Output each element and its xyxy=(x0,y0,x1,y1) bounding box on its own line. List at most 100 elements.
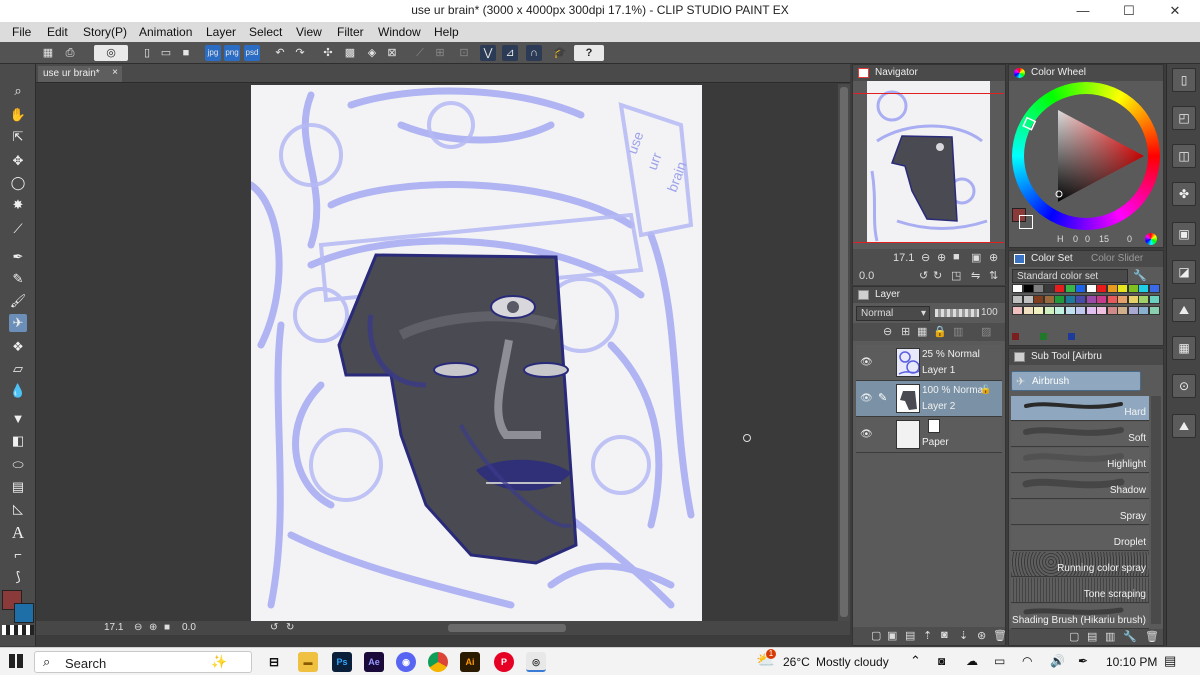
dock-history-icon[interactable]: ▣ xyxy=(1172,222,1196,246)
layer-row[interactable]: 👁 Paper xyxy=(856,417,1002,453)
delete-sub-tool-icon[interactable]: 🗑 xyxy=(1145,630,1159,643)
navigator-flip-h-icon[interactable]: ⇋ xyxy=(971,269,980,282)
transform-icon[interactable]: ✣ xyxy=(320,45,336,61)
save-icon[interactable]: ■ xyxy=(178,45,194,61)
scroll-thumb[interactable] xyxy=(840,87,848,617)
menu-edit[interactable]: Edit xyxy=(47,25,68,39)
navigator-reset-rotate-icon[interactable]: ◳ xyxy=(951,269,961,282)
color-set-settings-icon[interactable]: 🔧 xyxy=(1133,269,1147,282)
dock-brush-size-icon[interactable]: ◰ xyxy=(1172,106,1196,130)
dock-layer-search-icon[interactable]: ◪ xyxy=(1172,260,1196,284)
menu-window[interactable]: Window xyxy=(378,25,421,39)
clip-studio-icon[interactable]: ◎ xyxy=(526,652,546,672)
photoshop-icon[interactable]: Ps xyxy=(332,652,352,672)
add-sub-tool-icon[interactable]: ▤ xyxy=(1087,630,1097,643)
color-swatch[interactable] xyxy=(1117,306,1128,315)
color-swatch[interactable] xyxy=(1022,295,1034,304)
color-swatch[interactable] xyxy=(1106,306,1118,315)
zoom-in-icon[interactable]: ⊖ xyxy=(134,622,142,633)
brush-item[interactable]: Spray xyxy=(1011,500,1149,525)
blend-icon[interactable]: 💧 xyxy=(9,382,27,400)
color-swatch[interactable] xyxy=(1043,284,1055,293)
layer-color-icon[interactable]: ▥ xyxy=(953,325,963,338)
volume-icon[interactable]: 🔊 xyxy=(1050,654,1065,668)
after-effects-icon[interactable]: Ae xyxy=(364,652,384,672)
move-up-icon[interactable]: ⇡ xyxy=(923,629,932,642)
wifi-icon[interactable]: ◠ xyxy=(1022,654,1032,668)
dock-material-icon[interactable]: ✤ xyxy=(1172,182,1196,206)
figure-icon[interactable]: ⬭ xyxy=(9,456,27,474)
visibility-eye-icon[interactable]: 👁 xyxy=(860,393,873,404)
chevron-up-icon[interactable]: ⌃ xyxy=(910,653,921,669)
color-swatch[interactable] xyxy=(1075,284,1086,293)
navigator-zoom-value[interactable]: 17.1 xyxy=(893,252,914,264)
rotate-left-icon[interactable]: ↺ xyxy=(270,622,278,633)
export-jpg-icon[interactable]: jpg xyxy=(205,45,221,61)
balloon-icon[interactable]: ⌐ xyxy=(9,546,27,564)
layer-mask-icon[interactable]: ▨ xyxy=(981,325,991,338)
color-set-title[interactable]: Color Set xyxy=(1031,253,1073,264)
undo-icon[interactable]: ↶ xyxy=(272,45,288,61)
dock-layer-property-icon[interactable]: ◫ xyxy=(1172,144,1196,168)
transparent-color-swatch[interactable] xyxy=(2,625,34,635)
color-swatch[interactable] xyxy=(1012,284,1023,293)
color-swatch[interactable] xyxy=(1033,306,1044,315)
snap-special-ruler-icon[interactable]: ⋁ xyxy=(480,45,496,61)
airbrush-icon[interactable]: ✈ xyxy=(9,314,27,332)
operation-icon[interactable]: ⇱ xyxy=(9,128,27,146)
clock-text[interactable]: 10:10 PM xyxy=(1106,655,1157,669)
maximize-button[interactable]: ☐ xyxy=(1106,0,1152,22)
menu-help[interactable]: Help xyxy=(434,25,459,39)
navigator-rotate-right-icon[interactable]: ↻ xyxy=(933,269,942,282)
color-swatch[interactable] xyxy=(1033,295,1044,304)
color-swatch[interactable] xyxy=(1127,306,1139,315)
zoom-out-icon[interactable]: ⊕ xyxy=(149,622,157,633)
layer-row[interactable]: 👁 ✎ 100 % Normal 🔒 Layer 2 xyxy=(856,381,1002,417)
export-png-icon[interactable]: png xyxy=(224,45,240,61)
color-swatch[interactable] xyxy=(1127,295,1139,304)
pinterest-icon[interactable]: P xyxy=(494,652,514,672)
color-swatch[interactable] xyxy=(1096,295,1107,304)
dock-animation-icon[interactable]: ⊙ xyxy=(1172,374,1196,398)
canvas-zoom-value[interactable]: 17.1 xyxy=(104,622,123,633)
h-value[interactable]: 0 xyxy=(1073,234,1078,244)
clear-icon[interactable]: ◈ xyxy=(364,45,380,61)
taskbar-search-box[interactable]: ⌕ Search ✨ xyxy=(34,651,252,673)
ruler-icon[interactable]: ◺ xyxy=(9,500,27,518)
brush-item[interactable]: Hard xyxy=(1011,396,1149,421)
menu-file[interactable]: File xyxy=(12,25,31,39)
brush-icon[interactable]: 🖌 xyxy=(9,292,27,310)
onedrive-icon[interactable]: ☁ xyxy=(966,654,978,668)
frame-icon[interactable]: ▤ xyxy=(9,478,27,496)
snap-grid-icon[interactable]: ⊞ xyxy=(432,45,448,61)
new-vector-layer-icon[interactable]: ▣ xyxy=(887,629,897,642)
color-swatch[interactable] xyxy=(1138,306,1149,315)
canvas-angle-value[interactable]: 0.0 xyxy=(182,622,196,633)
color-swatch[interactable] xyxy=(1022,306,1034,315)
navigator-flip-v-icon[interactable]: ⇅ xyxy=(989,269,998,282)
rotate-right-icon[interactable]: ↻ xyxy=(286,622,294,633)
color-swatch[interactable] xyxy=(1033,284,1044,293)
color-swatch[interactable] xyxy=(1138,284,1149,293)
opacity-slider[interactable] xyxy=(935,309,979,317)
magic-wand-icon[interactable]: ✸ xyxy=(9,196,27,214)
color-swatch[interactable] xyxy=(1148,306,1160,315)
color-swatch[interactable] xyxy=(1012,295,1023,304)
fit-screen-icon[interactable]: ■ xyxy=(164,622,170,633)
layer-row[interactable]: 👁 25 % Normal Layer 1 xyxy=(856,345,1002,381)
brush-item[interactable]: Highlight xyxy=(1011,448,1149,473)
document-tab[interactable]: use ur brain* × xyxy=(38,66,122,82)
new-raster-layer-icon[interactable]: ▢ xyxy=(871,629,881,642)
clip-icon[interactable]: ⊖ xyxy=(883,325,892,338)
color-swatch[interactable] xyxy=(1054,295,1065,304)
navigator-angle-value[interactable]: 0.0 xyxy=(859,270,874,282)
eyedropper-icon[interactable]: ⟋ xyxy=(9,220,27,238)
new-icon[interactable]: ▯ xyxy=(139,45,155,61)
visibility-eye-icon[interactable]: 👁 xyxy=(860,357,873,368)
cloud-sync-icon[interactable]: ◎ xyxy=(94,45,128,61)
minimize-button[interactable]: — xyxy=(1060,0,1106,22)
opacity-value[interactable]: 100 xyxy=(981,307,998,318)
copy-sub-tool-icon[interactable]: ▢ xyxy=(1069,630,1079,643)
pencil-icon[interactable]: ✎ xyxy=(9,270,27,288)
new-folder-icon[interactable]: ▤ xyxy=(905,629,915,642)
